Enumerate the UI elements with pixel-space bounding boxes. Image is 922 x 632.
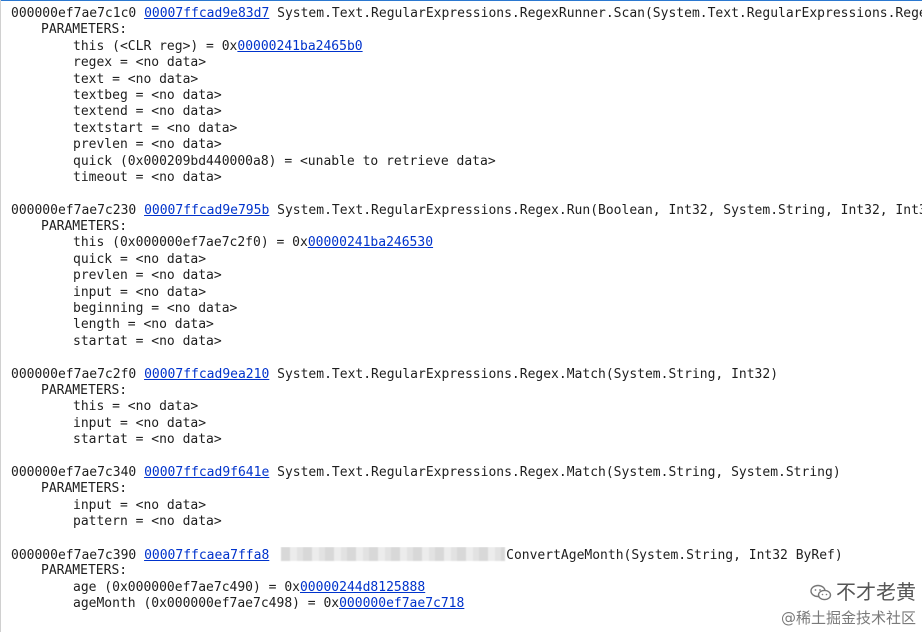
parameters-label: PARAMETERS: — [41, 22, 128, 38]
parameter-row: input = <no data> — [11, 498, 922, 514]
parameter-address-link[interactable]: 00000241ba246530 — [308, 235, 433, 250]
frame-header: 000000ef7ae7c390 00007ffcaea7ffa8 Conver… — [11, 546, 922, 563]
parameter-row: textbeg = <no data> — [11, 88, 922, 104]
frame-header: 000000ef7ae7c1c0 00007ffcad9e83d7 System… — [11, 6, 922, 22]
parameter-address-link[interactable]: 000000ef7ae7c718 — [339, 596, 464, 611]
parameter-text: this (0x000000ef7ae7c2f0) = 0x — [73, 235, 308, 251]
frame-address: 000000ef7ae7c390 — [11, 547, 137, 563]
method-signature: System.Text.RegularExpressions.RegexRunn… — [277, 6, 922, 21]
watermark-subtitle: @稀土掘金技术社区 — [780, 609, 916, 627]
watermark-title-row: 不才老黄 — [781, 579, 916, 608]
wechat-icon — [810, 582, 832, 608]
parameter-row: this (<CLR reg>) = 0x00000241ba2465b0 — [11, 39, 922, 55]
parameter-text: quick = <no data> — [73, 251, 207, 267]
parameter-row: beginning = <no data> — [11, 301, 922, 317]
parameter-text: prevlen = <no data> — [73, 268, 222, 284]
method-signature: ConvertAgeMonth(System.String, Int32 ByR… — [506, 547, 843, 563]
code-address-link[interactable]: 00007ffcad9f641e — [144, 465, 269, 480]
parameter-text: startat = <no data> — [73, 333, 222, 349]
parameter-text: regex = <no data> — [73, 55, 207, 71]
parameter-text: timeout = <no data> — [73, 169, 222, 185]
stack-frame: 000000ef7ae7c230 00007ffcad9e795b System… — [11, 203, 922, 351]
parameter-text: text = <no data> — [73, 71, 199, 87]
stack-frame: 000000ef7ae7c340 00007ffcad9f641e System… — [11, 465, 922, 531]
stack-frame: 000000ef7ae7c2f0 00007ffcad9ea210 System… — [11, 367, 922, 449]
method-signature: System.Text.RegularExpressions.Regex.Mat… — [277, 464, 841, 480]
parameter-text: input = <no data> — [73, 415, 207, 431]
frame-header: 000000ef7ae7c2f0 00007ffcad9ea210 System… — [11, 367, 922, 383]
parameter-text: beginning = <no data> — [73, 301, 238, 317]
parameters-label: PARAMETERS: — [41, 219, 128, 235]
parameter-text: input = <no data> — [73, 284, 207, 300]
watermark-title: 不才老黄 — [836, 580, 916, 604]
parameter-row: startat = <no data> — [11, 432, 922, 448]
parameter-row: this = <no data> — [11, 399, 922, 415]
parameter-text: quick (0x000209bd440000a8) = <unable to … — [73, 153, 496, 169]
frame-address: 000000ef7ae7c1c0 — [11, 6, 137, 21]
parameter-row: text = <no data> — [11, 72, 922, 88]
code-address-link[interactable]: 00007ffcaea7ffa8 — [144, 548, 269, 563]
parameter-text: input = <no data> — [73, 497, 207, 513]
parameter-row: prevlen = <no data> — [11, 268, 922, 284]
frame-header: 000000ef7ae7c340 00007ffcad9f641e System… — [11, 465, 922, 481]
parameter-row: textstart = <no data> — [11, 121, 922, 137]
stack-frame: 000000ef7ae7c1c0 00007ffcad9e83d7 System… — [11, 6, 922, 186]
parameter-row: input = <no data> — [11, 416, 922, 432]
parameter-row: timeout = <no data> — [11, 170, 922, 186]
window-left-border — [0, 0, 1, 632]
method-signature: System.Text.RegularExpressions.Regex.Mat… — [277, 366, 779, 382]
parameter-text: this (<CLR reg>) = 0x — [73, 38, 238, 54]
method-signature: System.Text.RegularExpressions.Regex.Run… — [277, 202, 922, 218]
parameter-text: startat = <no data> — [73, 432, 222, 448]
parameter-address-link[interactable]: 00000244d8125888 — [300, 580, 425, 595]
parameter-row: this (0x000000ef7ae7c2f0) = 0x00000241ba… — [11, 235, 922, 251]
parameters-label: PARAMETERS: — [41, 382, 128, 398]
parameter-row: regex = <no data> — [11, 55, 922, 71]
parameter-row: input = <no data> — [11, 285, 922, 301]
parameter-text: pattern = <no data> — [73, 514, 222, 530]
parameter-row: prevlen = <no data> — [11, 137, 922, 153]
parameter-text: textstart = <no data> — [73, 120, 238, 136]
window-top-border — [0, 0, 922, 1]
code-address-link[interactable]: 00007ffcad9ea210 — [144, 367, 269, 382]
parameter-text: textend = <no data> — [73, 104, 222, 120]
parameter-row: quick = <no data> — [11, 252, 922, 268]
parameter-text: length = <no data> — [73, 317, 214, 333]
parameter-row: textend = <no data> — [11, 104, 922, 120]
parameter-text: textbeg = <no data> — [73, 87, 222, 103]
parameters-label: PARAMETERS: — [41, 563, 128, 579]
watermark: 不才老黄 @稀土掘金技术社区 — [781, 579, 916, 628]
debugger-output[interactable]: 000000ef7ae7c1c0 00007ffcad9e83d7 System… — [11, 6, 922, 629]
parameter-row: length = <no data> — [11, 317, 922, 333]
frame-address: 000000ef7ae7c2f0 — [11, 366, 137, 382]
parameters-label: PARAMETERS: — [41, 481, 128, 497]
code-address-link[interactable]: 00007ffcad9e795b — [144, 203, 269, 218]
parameter-row: pattern = <no data> — [11, 514, 922, 530]
frame-address: 000000ef7ae7c230 — [11, 202, 137, 218]
code-address-link[interactable]: 00007ffcad9e83d7 — [144, 6, 269, 21]
parameter-row: quick (0x000209bd440000a8) = <unable to … — [11, 154, 922, 170]
frame-header: 000000ef7ae7c230 00007ffcad9e795b System… — [11, 203, 922, 219]
parameter-row: startat = <no data> — [11, 334, 922, 350]
parameter-text: age (0x000000ef7ae7c490) = 0x — [73, 579, 300, 595]
frame-address: 000000ef7ae7c340 — [11, 464, 137, 480]
parameter-text: prevlen = <no data> — [73, 137, 222, 153]
parameter-address-link[interactable]: 00000241ba2465b0 — [237, 39, 362, 54]
parameter-text: this = <no data> — [73, 399, 199, 415]
parameter-text: ageMonth (0x000000ef7ae7c498) = 0x — [73, 596, 340, 612]
redacted-region — [281, 546, 506, 561]
